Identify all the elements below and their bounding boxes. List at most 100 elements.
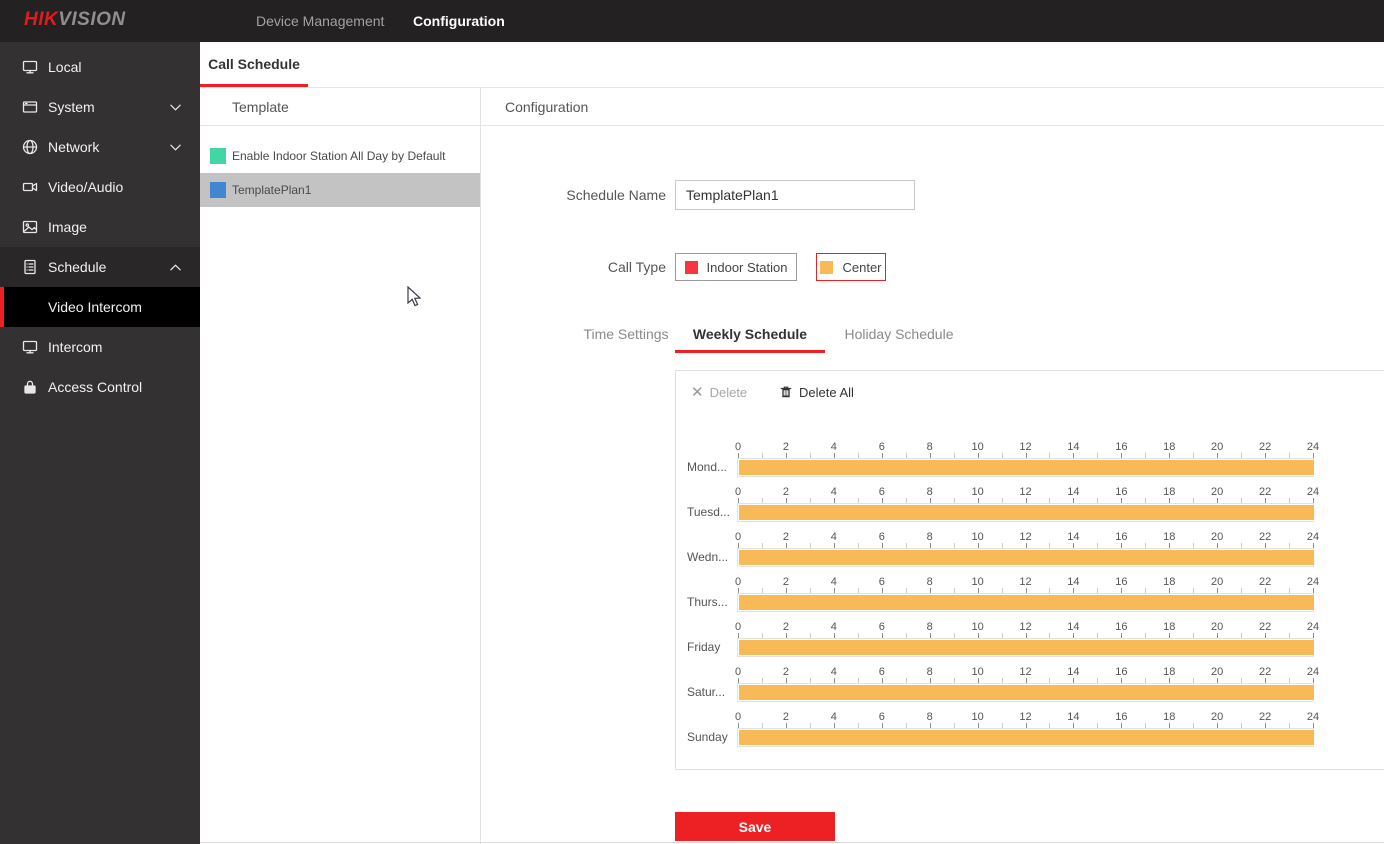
- schedule-timeline-track[interactable]: [737, 548, 1314, 567]
- tab-call-schedule[interactable]: Call Schedule: [200, 42, 308, 87]
- hour-tick-label: 2: [783, 441, 789, 453]
- template-item-templateplan1[interactable]: TemplatePlan1: [200, 173, 480, 207]
- template-panel-title: Template: [232, 88, 289, 126]
- hour-tick-label: 22: [1259, 441, 1271, 453]
- schedule-time-bar[interactable]: [739, 730, 1314, 745]
- schedule-day-row: Sunday024681012141618202224: [676, 712, 1384, 752]
- schedule-day-row: Tuesd...024681012141618202224: [676, 487, 1384, 527]
- hour-tick-label: 8: [927, 711, 933, 723]
- hour-tick-label: 6: [879, 621, 885, 633]
- hour-tick-label: 0: [735, 621, 741, 633]
- sidebar-item-image[interactable]: Image: [0, 207, 200, 247]
- x-icon: ✕: [691, 383, 704, 401]
- hour-tick-label: 14: [1067, 621, 1079, 633]
- nav-device-management[interactable]: Device Management: [256, 0, 384, 42]
- sidebar-item-access-control[interactable]: Access Control: [0, 367, 200, 407]
- tab-label: Holiday Schedule: [845, 326, 954, 342]
- hour-tick-label: 8: [927, 441, 933, 453]
- schedule-timeline-track[interactable]: [737, 728, 1314, 747]
- day-label: Friday: [687, 638, 736, 657]
- sidebar-item-label: System: [48, 87, 95, 127]
- call-type-indoor-station-button[interactable]: Indoor Station: [675, 253, 797, 281]
- schedule-time-bar[interactable]: [739, 685, 1314, 700]
- hour-tick-label: 18: [1163, 576, 1175, 588]
- sidebar-item-video-audio[interactable]: Video/Audio: [0, 167, 200, 207]
- schedule-timeline-track[interactable]: [737, 593, 1314, 612]
- configuration-panel: Configuration Schedule Name Call Type In…: [481, 88, 1384, 844]
- nav-configuration[interactable]: Configuration: [413, 0, 505, 42]
- sidebar: Local System Network Video/Audio Image: [0, 42, 200, 844]
- hour-tick-label: 20: [1211, 441, 1223, 453]
- tab-label: Weekly Schedule: [693, 326, 807, 342]
- sidebar-item-network[interactable]: Network: [0, 127, 200, 167]
- schedule-timeline-track[interactable]: [737, 503, 1314, 522]
- chevron-down-icon[interactable]: [169, 141, 182, 154]
- hour-tick-label: 24: [1307, 576, 1319, 588]
- sidebar-item-local[interactable]: Local: [0, 47, 200, 87]
- hour-tick-label: 6: [879, 531, 885, 543]
- schedule-timeline-track[interactable]: [737, 638, 1314, 657]
- delete-button[interactable]: ✕ Delete: [691, 382, 747, 402]
- schedule-timeline-track[interactable]: [737, 683, 1314, 702]
- hour-tick-label: 24: [1307, 531, 1319, 543]
- schedule-time-bar[interactable]: [739, 550, 1314, 565]
- hour-tick-label: 18: [1163, 621, 1175, 633]
- hour-tick-label: 22: [1259, 621, 1271, 633]
- tab-weekly-schedule[interactable]: Weekly Schedule: [675, 320, 825, 353]
- hour-tick-label: 10: [971, 621, 983, 633]
- top-bar: HIKVISION Device Management Configuratio…: [0, 0, 1384, 42]
- hour-tick-label: 18: [1163, 666, 1175, 678]
- hour-tick-label: 22: [1259, 531, 1271, 543]
- hour-tick-label: 16: [1115, 441, 1127, 453]
- schedule-time-bar[interactable]: [739, 505, 1314, 520]
- sidebar-item-intercom[interactable]: Intercom: [0, 327, 200, 367]
- hour-tick-label: 6: [879, 666, 885, 678]
- hour-tick-label: 14: [1067, 576, 1079, 588]
- sidebar-item-video-intercom[interactable]: Video Intercom: [0, 287, 200, 327]
- sidebar-item-label: Access Control: [48, 367, 142, 407]
- hour-tick-label: 20: [1211, 711, 1223, 723]
- hour-tick-label: 16: [1115, 531, 1127, 543]
- sidebar-item-label: Image: [48, 207, 87, 247]
- hour-tick-label: 16: [1115, 621, 1127, 633]
- tab-holiday-schedule[interactable]: Holiday Schedule: [824, 320, 974, 353]
- delete-all-button[interactable]: Delete All: [779, 382, 854, 402]
- call-type-button-label: Center: [842, 260, 881, 275]
- hour-tick-label: 4: [831, 576, 837, 588]
- hour-tick-label: 12: [1019, 711, 1031, 723]
- hour-tick-label: 8: [927, 666, 933, 678]
- sidebar-item-schedule[interactable]: Schedule: [0, 247, 200, 287]
- schedule-time-bar[interactable]: [739, 460, 1314, 475]
- schedule-day-row: Thurs...024681012141618202224: [676, 577, 1384, 617]
- template-item-default[interactable]: Enable Indoor Station All Day by Default: [200, 139, 480, 173]
- schedule-time-bar[interactable]: [739, 595, 1314, 610]
- template-color-swatch: [210, 182, 226, 198]
- hour-tick-label: 22: [1259, 711, 1271, 723]
- hour-tick-label: 0: [735, 441, 741, 453]
- save-button[interactable]: Save: [675, 812, 835, 841]
- schedule-time-bar[interactable]: [739, 640, 1314, 655]
- schedule-day-row: Satur...024681012141618202224: [676, 667, 1384, 707]
- hour-tick-label: 0: [735, 666, 741, 678]
- clipboard-icon: [22, 259, 38, 275]
- template-item-label: Enable Indoor Station All Day by Default: [232, 139, 445, 173]
- schedule-day-row: Mond...024681012141618202224: [676, 442, 1384, 482]
- chevron-up-icon[interactable]: [169, 261, 182, 274]
- lock-icon: [22, 379, 38, 395]
- hour-tick-label: 2: [783, 666, 789, 678]
- hour-tick-label: 10: [971, 441, 983, 453]
- chevron-down-icon[interactable]: [169, 101, 182, 114]
- hour-tick-label: 4: [831, 621, 837, 633]
- call-type-center-button[interactable]: Center: [816, 253, 886, 281]
- schedule-name-input[interactable]: [675, 180, 915, 210]
- center-color-swatch: [820, 261, 833, 274]
- hour-tick-label: 14: [1067, 441, 1079, 453]
- active-tab-underline: [200, 84, 308, 87]
- hour-tick-label: 0: [735, 711, 741, 723]
- schedule-timeline-track[interactable]: [737, 458, 1314, 477]
- hour-tick-label: 8: [927, 621, 933, 633]
- hour-tick-label: 2: [783, 576, 789, 588]
- sidebar-item-system[interactable]: System: [0, 87, 200, 127]
- sidebar-item-label: Local: [48, 47, 81, 87]
- hour-tick-label: 12: [1019, 576, 1031, 588]
